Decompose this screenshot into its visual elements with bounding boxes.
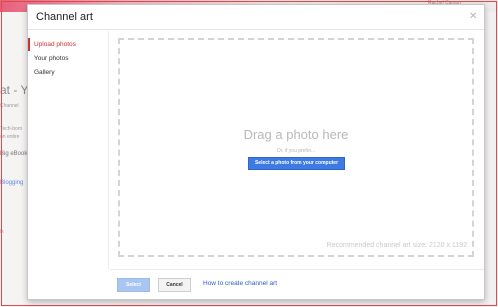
dropzone-or-text: Or, if you prefer... — [276, 148, 316, 154]
background-link: Blogging — [0, 180, 24, 186]
dialog-footer: Select Cancel How to create channel art — [110, 269, 484, 299]
channel-art-dialog: Channel art ✕ Upload photos Your photos … — [27, 4, 485, 300]
sidebar-item-gallery[interactable]: Gallery — [28, 66, 109, 79]
dialog-title: Channel art — [36, 11, 93, 23]
background-text-line: Tech-born — [0, 126, 23, 132]
dropzone-title: Drag a photo here — [243, 127, 349, 142]
background-right-column — [485, 12, 498, 307]
dialog-sidebar: Upload photos Your photos Gallery — [28, 31, 109, 269]
photo-dropzone[interactable]: Drag a photo here Or, if you prefer... S… — [118, 38, 474, 257]
recommended-size-text: Recommended channel art size: 2120 x 119… — [326, 242, 467, 249]
cancel-button[interactable]: Cancel — [158, 278, 191, 292]
background-text-line: on entire — [0, 134, 20, 140]
select-photo-button[interactable]: Select a photo from your computer — [248, 157, 345, 170]
how-to-create-channel-art-link[interactable]: How to create channel art — [203, 280, 277, 287]
sidebar-item-your-photos[interactable]: Your photos — [28, 52, 109, 65]
select-button[interactable]: Select — [117, 278, 150, 292]
dialog-header: Channel art ✕ — [28, 5, 484, 30]
background-subtext: Channel — [0, 103, 19, 109]
background-text-line: Big eBook — [0, 151, 28, 157]
background-left-column — [0, 12, 28, 307]
dialog-content: Drag a photo here Or, if you prefer... S… — [110, 31, 484, 269]
background-text-line: ls — [0, 229, 4, 235]
sidebar-item-upload-photos[interactable]: Upload photos — [28, 38, 109, 51]
close-icon[interactable]: ✕ — [469, 12, 479, 22]
